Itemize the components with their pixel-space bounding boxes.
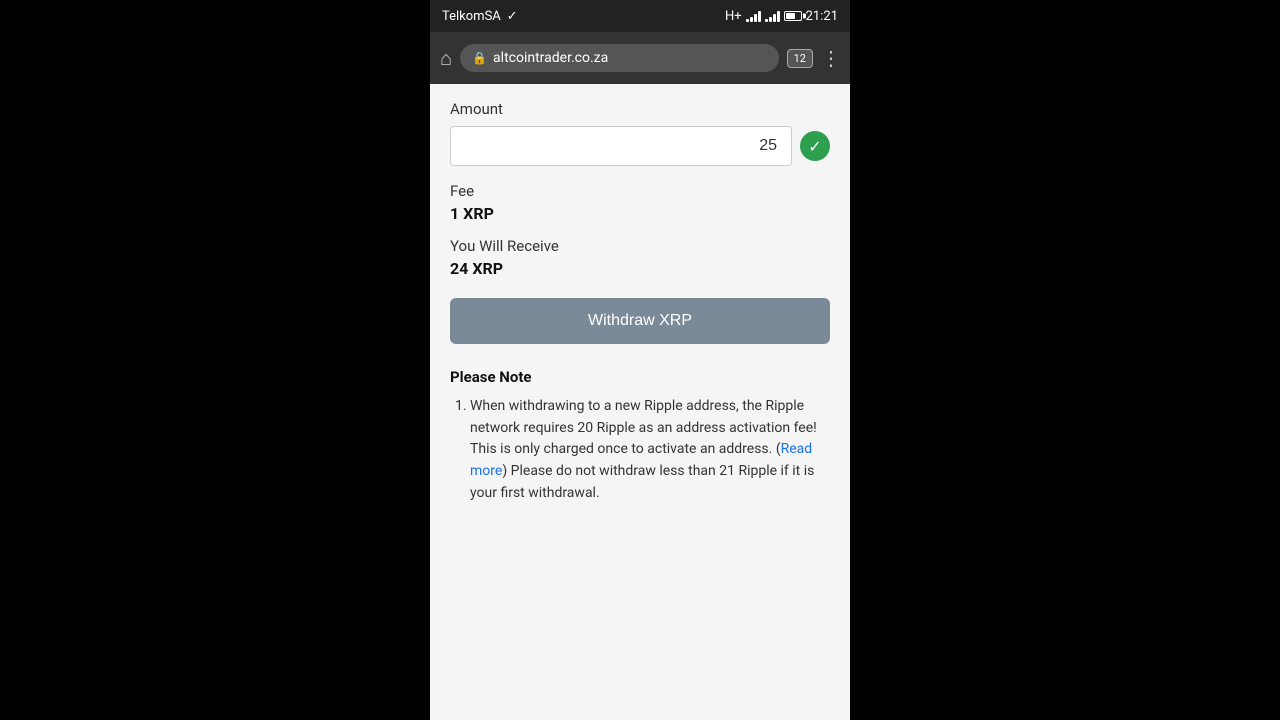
- tab-count-button[interactable]: 12: [787, 49, 813, 68]
- please-note-title: Please Note: [450, 368, 830, 386]
- you-will-receive-label: You Will Receive: [450, 237, 830, 255]
- right-black-bar: [850, 0, 1280, 720]
- phone-screen: TelkomSA ✓ H+ 21:21: [430, 0, 850, 720]
- browser-bar: ⌂ 🔒 altcointrader.co.za 12 ⋮: [430, 32, 850, 84]
- signal2-icon: [765, 10, 780, 22]
- url-bar[interactable]: 🔒 altcointrader.co.za: [460, 44, 779, 72]
- carrier-label: TelkomSA: [442, 9, 501, 24]
- network-type-label: H+: [725, 9, 742, 24]
- lock-icon: 🔒: [472, 51, 487, 65]
- page-content: Amount ✓ Fee 1 XRP You Will Receive 24 X…: [430, 84, 850, 720]
- receive-value: 24 XRP: [450, 259, 830, 278]
- signal-icon: [746, 10, 761, 22]
- battery-icon: [784, 11, 802, 21]
- amount-label: Amount: [450, 100, 830, 118]
- status-bar: TelkomSA ✓ H+ 21:21: [430, 0, 850, 32]
- status-left: TelkomSA ✓: [442, 9, 518, 24]
- home-button[interactable]: ⌂: [440, 46, 452, 71]
- note-text-before: When withdrawing to a new Ripple address…: [470, 398, 817, 457]
- amount-check-icon: ✓: [800, 131, 830, 161]
- carrier-checkmark-icon: ✓: [507, 9, 518, 24]
- amount-input[interactable]: [450, 126, 792, 166]
- note-text-after: ) Please do not withdraw less than 21 Ri…: [470, 463, 814, 501]
- clock-label: 21:21: [806, 9, 838, 24]
- fee-label: Fee: [450, 182, 830, 200]
- note-item: When withdrawing to a new Ripple address…: [470, 396, 830, 504]
- status-right: H+ 21:21: [725, 9, 838, 24]
- amount-row: ✓: [450, 126, 830, 166]
- url-text: altcointrader.co.za: [493, 50, 608, 66]
- withdraw-button[interactable]: Withdraw XRP: [450, 298, 830, 344]
- browser-menu-button[interactable]: ⋮: [821, 46, 840, 70]
- fee-value: 1 XRP: [450, 204, 830, 223]
- left-black-bar: [0, 0, 430, 720]
- notes-list: When withdrawing to a new Ripple address…: [470, 396, 830, 504]
